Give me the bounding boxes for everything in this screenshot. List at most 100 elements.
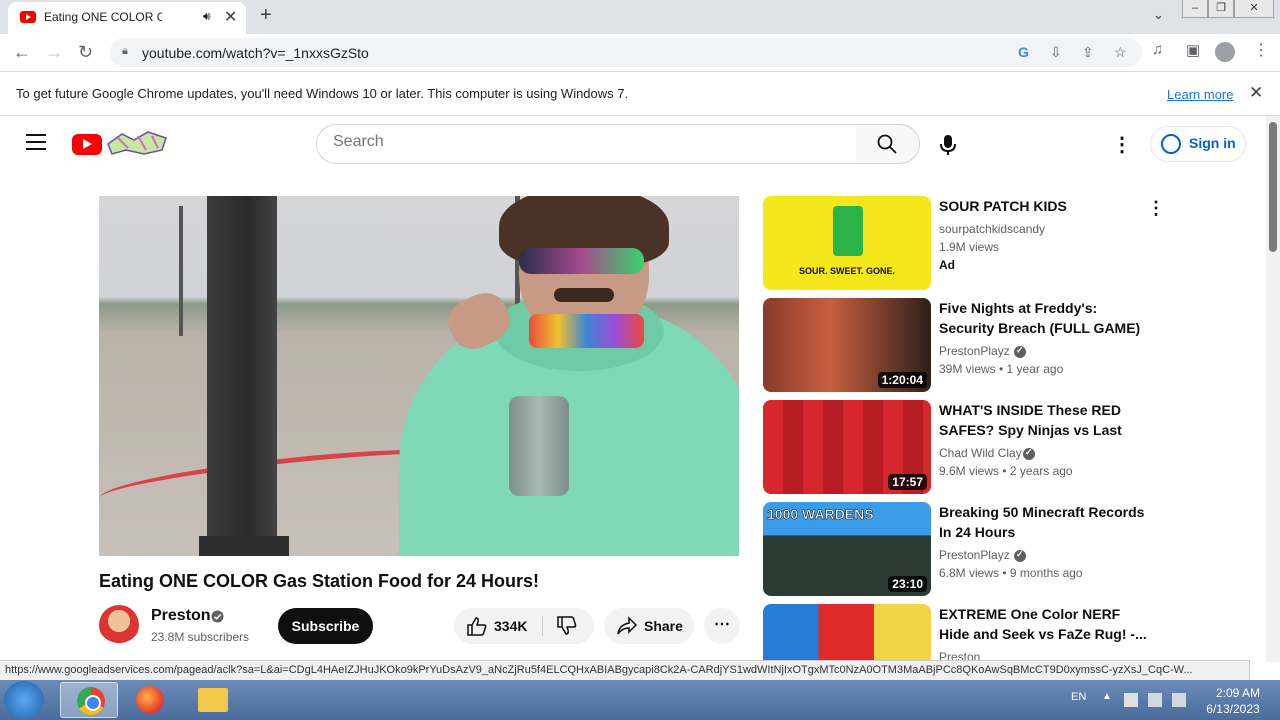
side-panel-icon[interactable]: ▣ bbox=[1186, 41, 1200, 59]
more-actions-button[interactable]: ⋯ bbox=[704, 608, 740, 644]
microphone-icon[interactable] bbox=[934, 130, 962, 158]
pillar bbox=[207, 196, 277, 556]
clock-date[interactable]: 6/13/2023 bbox=[1203, 702, 1263, 716]
tab-title: Eating ONE COLOR Gas Station Food for 24… bbox=[44, 10, 162, 24]
sunglasses bbox=[519, 248, 644, 274]
like-dislike-group: 334K bbox=[454, 608, 594, 644]
rec-channel[interactable]: Preston bbox=[939, 650, 980, 660]
reload-icon[interactable]: ↻ bbox=[78, 42, 93, 63]
forward-arrow-icon[interactable]: → bbox=[45, 42, 63, 63]
learn-more-link[interactable]: Learn more bbox=[1167, 87, 1233, 102]
google-lens-icon[interactable]: G bbox=[1018, 44, 1029, 60]
sign-in-button[interactable]: Sign in bbox=[1150, 126, 1246, 162]
window-close-button[interactable]: ✕ bbox=[1234, 0, 1274, 18]
action-center-flag-icon[interactable] bbox=[1124, 693, 1138, 707]
clock-time[interactable]: 2:09 AM bbox=[1208, 686, 1268, 700]
rec-item[interactable]: 17:57 WHAT'S INSIDE These RED SAFES? Spy… bbox=[763, 400, 1163, 496]
share-label: Share bbox=[644, 618, 683, 634]
scrollbar-thumb[interactable] bbox=[1269, 122, 1277, 252]
media-control-icon[interactable]: ♫ bbox=[1152, 41, 1163, 58]
youtube-logo-icon[interactable] bbox=[72, 134, 102, 155]
rec-channel[interactable]: sourpatchkidscandy bbox=[939, 222, 1045, 236]
rec-item[interactable]: 1000 WARDENS 23:10 Breaking 50 Minecraft… bbox=[763, 502, 1163, 598]
thumb-caption: 1000 WARDENS bbox=[767, 506, 874, 523]
firefox-icon[interactable] bbox=[136, 686, 164, 714]
ad-thumb-text: SOUR. SWEET. GONE. bbox=[798, 266, 895, 276]
ad-thumbnail[interactable]: SOUR. SWEET. GONE. bbox=[763, 196, 931, 290]
rec-title[interactable]: WHAT'S INSIDE These RED SAFES? Spy Ninja… bbox=[939, 400, 1149, 440]
audio-playing-icon[interactable]: 🔊︎ bbox=[203, 9, 211, 24]
video-duration: 23:10 bbox=[888, 576, 927, 592]
browser-tab[interactable]: Eating ONE COLOR Gas Station Food for 24… bbox=[8, 2, 246, 34]
back-arrow-icon[interactable]: ← bbox=[13, 42, 31, 63]
rec-thumbnail[interactable]: 1:20:04 bbox=[763, 298, 931, 392]
ad-item[interactable]: SOUR. SWEET. GONE. SOUR PATCH KIDS sourp… bbox=[763, 196, 1163, 292]
lock-icon[interactable]: 🔒︎ bbox=[122, 45, 128, 58]
taskbar-chrome-button[interactable] bbox=[60, 682, 118, 718]
channel-name[interactable]: Preston bbox=[151, 607, 211, 625]
update-infobar: To get future Google Chrome updates, you… bbox=[0, 71, 1280, 116]
network-icon[interactable] bbox=[1148, 693, 1162, 707]
youtube-doodle-icon[interactable] bbox=[104, 130, 170, 156]
rec-meta: 9.6M views • 2 years ago bbox=[939, 464, 1073, 478]
infobar-close-icon[interactable]: ✕ bbox=[1249, 83, 1263, 103]
chrome-icon bbox=[77, 687, 105, 715]
language-indicator[interactable]: EN bbox=[1071, 691, 1086, 703]
window-restore-button[interactable]: ❐ bbox=[1208, 0, 1234, 18]
profile-avatar-icon[interactable] bbox=[1215, 42, 1235, 62]
bookmark-star-icon[interactable]: ☆ bbox=[1114, 44, 1127, 61]
chrome-menu-icon[interactable]: ⋮ bbox=[1253, 40, 1269, 60]
link-status-bar: https://www.googleadservices.com/pagead/… bbox=[0, 660, 1250, 680]
address-bar[interactable]: 🔒︎ youtube.com/watch?v=_1nxxsGzSto G ⇩ ⇪… bbox=[110, 38, 1142, 67]
subscribe-button[interactable]: Subscribe bbox=[278, 608, 373, 644]
url-text[interactable]: youtube.com/watch?v=_1nxxsGzSto bbox=[142, 45, 369, 61]
tab-strip: Eating ONE COLOR Gas Station Food for 24… bbox=[0, 0, 1280, 34]
volume-muted-icon[interactable] bbox=[1172, 693, 1186, 707]
subscriber-count: 23.8M subscribers bbox=[151, 630, 250, 644]
rec-item[interactable]: 1:20:04 Five Nights at Freddy's: Securit… bbox=[763, 298, 1163, 394]
share-page-icon[interactable]: ⇪ bbox=[1082, 44, 1094, 61]
rec-title[interactable]: EXTREME One Color NERF Hide and Seek vs … bbox=[939, 604, 1149, 644]
like-divider bbox=[542, 616, 543, 636]
tumbler-cup bbox=[509, 396, 569, 496]
search-box[interactable] bbox=[316, 124, 857, 164]
video-player[interactable] bbox=[99, 196, 739, 556]
search-icon bbox=[877, 134, 897, 154]
verified-badge-icon bbox=[1023, 447, 1035, 460]
rec-item[interactable]: EXTREME One Color NERF Hide and Seek vs … bbox=[763, 604, 1163, 660]
ad-more-icon[interactable]: ⋮ bbox=[1147, 198, 1165, 219]
rec-title[interactable]: SOUR PATCH KIDS bbox=[939, 196, 1149, 216]
channel-avatar[interactable] bbox=[99, 605, 139, 645]
show-hidden-icons-icon[interactable]: ▲ bbox=[1102, 691, 1112, 702]
thumbs-down-icon[interactable] bbox=[556, 616, 578, 636]
window-minimize-button[interactable]: – bbox=[1182, 0, 1208, 18]
rec-title[interactable]: Breaking 50 Minecraft Records In 24 Hour… bbox=[939, 502, 1149, 542]
video-title: Eating ONE COLOR Gas Station Food for 24… bbox=[99, 571, 540, 591]
rec-channel[interactable]: PrestonPlayz bbox=[939, 344, 1010, 358]
install-icon[interactable]: ⇩ bbox=[1050, 44, 1062, 61]
like-count[interactable]: 334K bbox=[494, 618, 527, 634]
rec-thumbnail[interactable]: 17:57 bbox=[763, 400, 931, 494]
rec-title[interactable]: Five Nights at Freddy's: Security Breach… bbox=[939, 298, 1149, 338]
rec-thumbnail[interactable]: 1000 WARDENS 23:10 bbox=[763, 502, 931, 596]
settings-more-icon[interactable]: ⋮ bbox=[1112, 132, 1132, 157]
new-tab-icon[interactable]: + bbox=[260, 4, 272, 27]
file-explorer-icon[interactable] bbox=[198, 688, 228, 712]
tab-search-chevron-icon[interactable]: ⌄ bbox=[1153, 7, 1164, 23]
thumbs-up-icon[interactable] bbox=[466, 616, 488, 636]
search-button[interactable] bbox=[856, 124, 920, 164]
rec-thumbnail[interactable] bbox=[763, 604, 931, 660]
hamburger-menu-icon[interactable] bbox=[26, 134, 46, 155]
rec-channel[interactable]: Chad Wild Clay bbox=[939, 446, 1022, 460]
page-scrollbar[interactable] bbox=[1266, 116, 1280, 662]
rec-meta: 39M views • 1 year ago bbox=[939, 362, 1064, 376]
rec-meta: 1.9M views bbox=[939, 240, 1000, 254]
rec-channel[interactable]: PrestonPlayz bbox=[939, 548, 1010, 562]
windows-start-icon[interactable] bbox=[4, 681, 44, 719]
mustache bbox=[554, 288, 614, 302]
tab-close-icon[interactable]: ✕ bbox=[224, 7, 237, 27]
candy-bag bbox=[833, 206, 863, 256]
verified-badge-icon bbox=[1014, 549, 1026, 562]
share-button[interactable]: Share bbox=[604, 608, 694, 644]
search-input[interactable] bbox=[333, 133, 833, 151]
